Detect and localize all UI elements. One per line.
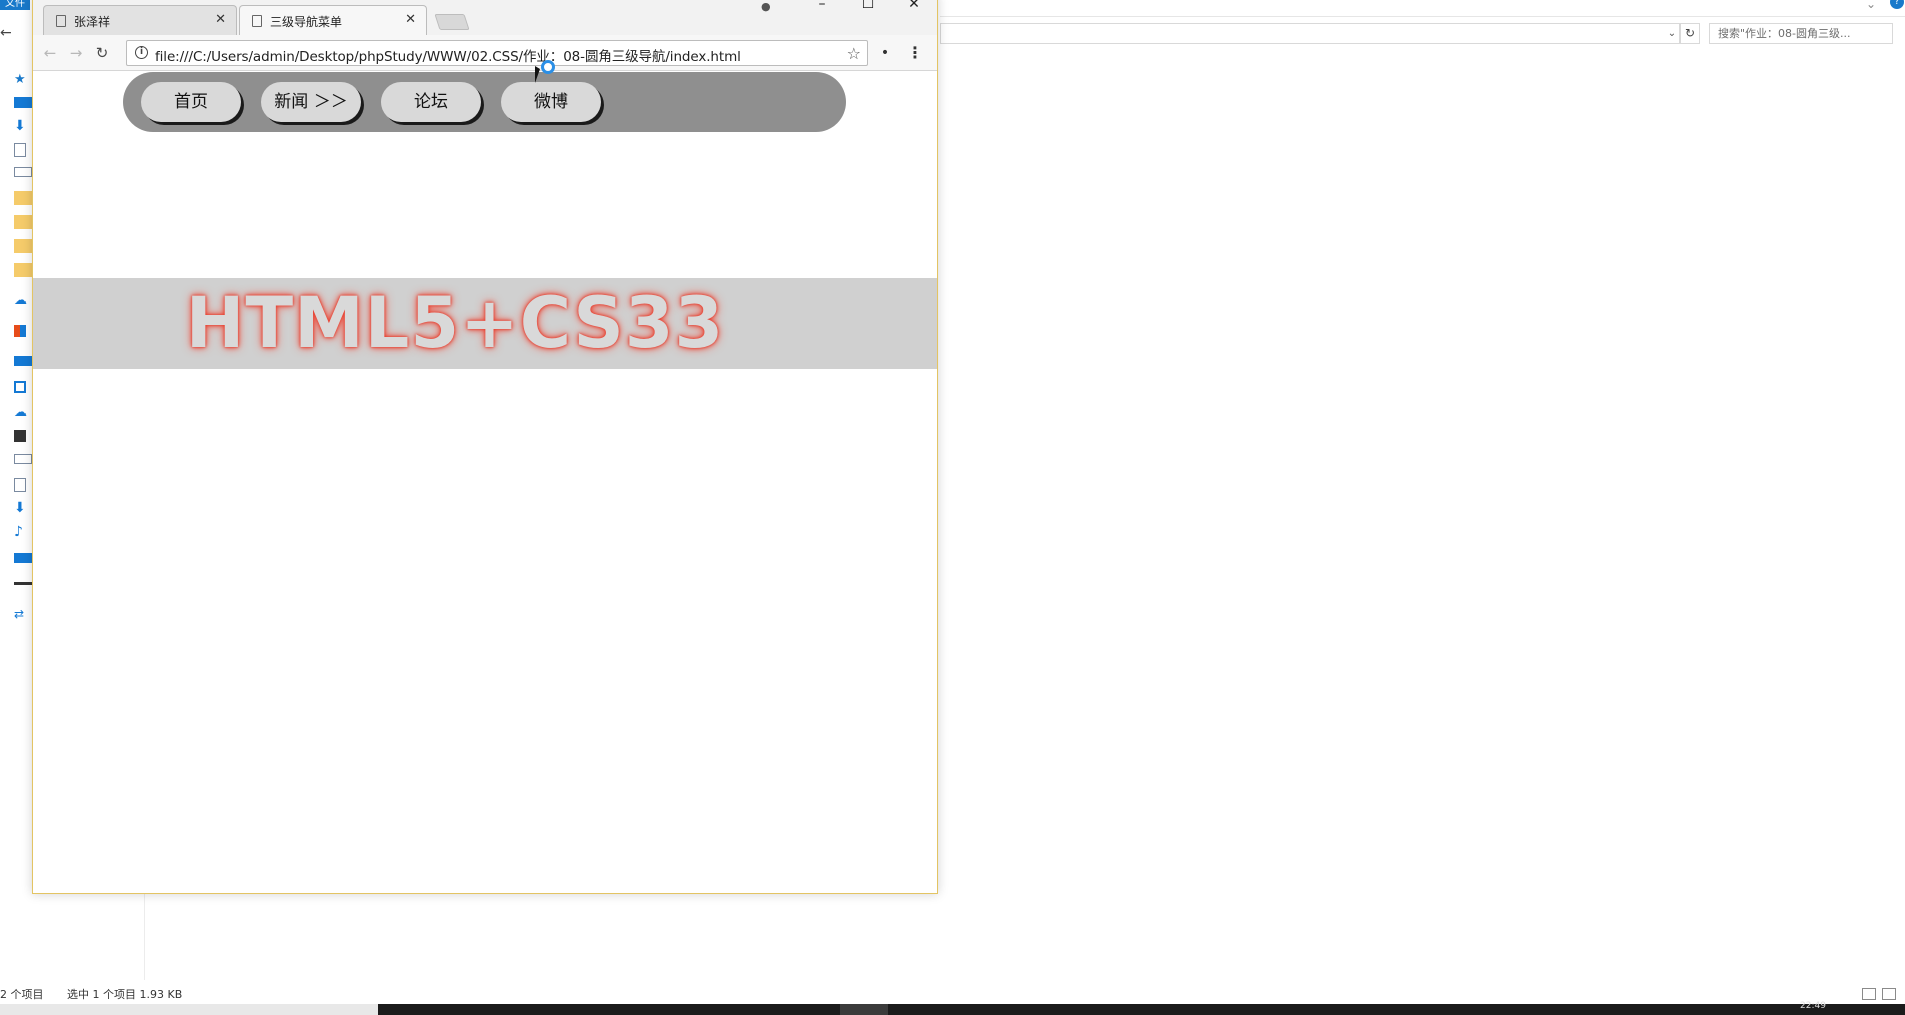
chrome-browser-window: 张泽祥 ✕ 三级导航菜单 ✕ ● – ☐ ✕ ← → ↻ i file:///C… xyxy=(32,0,938,894)
status-item-count: 2 个项目 xyxy=(0,988,44,1001)
folder-icon[interactable] xyxy=(14,239,32,253)
taskbar-search-area[interactable] xyxy=(0,1004,378,1015)
onedrive-icon[interactable]: ☁ xyxy=(14,293,32,308)
drive-icon[interactable] xyxy=(14,577,32,585)
explorer-search-input[interactable]: 搜索"作业：08-圆角三级... xyxy=(1709,23,1893,44)
hero-banner: HTML5+CS33 xyxy=(33,278,937,369)
explorer-refresh-button[interactable]: ↻ xyxy=(1680,23,1700,44)
extension-icon[interactable]: • xyxy=(875,43,895,63)
tab-title: 三级导航菜单 xyxy=(270,15,343,29)
pictures-folder-icon[interactable] xyxy=(14,167,32,177)
tab-zhangzexiang[interactable]: 张泽祥 ✕ xyxy=(43,5,237,35)
details-view-icon[interactable] xyxy=(1862,988,1876,1000)
taskbar-clock[interactable]: 22:49 xyxy=(1800,1001,1826,1011)
pictures-icon[interactable] xyxy=(14,454,32,464)
explorer-ribbon-divider xyxy=(940,16,1905,17)
folder-icon[interactable] xyxy=(14,191,32,205)
folder-icon[interactable] xyxy=(14,215,32,229)
explorer-file-tab[interactable]: 文件 xyxy=(0,0,30,10)
bookmark-star-icon[interactable]: ☆ xyxy=(847,44,861,63)
taskbar-active-app[interactable] xyxy=(840,1004,888,1015)
forward-arrow-icon[interactable]: → xyxy=(65,42,87,64)
explorer-address-bar[interactable] xyxy=(940,23,1680,44)
office-icon[interactable] xyxy=(14,325,26,337)
nav-item-weibo[interactable]: 微博 xyxy=(501,82,601,122)
page-icon xyxy=(252,15,262,27)
nav-item-forum[interactable]: 论坛 xyxy=(381,82,481,122)
minimize-button[interactable]: – xyxy=(807,0,837,15)
page-viewport: 首页 新闻 ＞＞ 论坛 微博 HTML5+CS33 xyxy=(33,72,937,893)
rounded-nav-bar: 首页 新闻 ＞＞ 论坛 微博 xyxy=(123,72,846,132)
maximize-button[interactable]: ☐ xyxy=(853,0,883,15)
tab-close-icon[interactable]: ✕ xyxy=(405,12,416,27)
3d-objects-icon[interactable] xyxy=(14,381,26,393)
nav-item-home[interactable]: 首页 xyxy=(141,82,241,122)
tab-three-level-nav[interactable]: 三级导航菜单 ✕ xyxy=(239,5,427,35)
documents-icon[interactable] xyxy=(14,478,26,492)
new-tab-button[interactable] xyxy=(434,14,470,30)
back-arrow-icon[interactable]: ← xyxy=(39,42,61,64)
explorer-status-bar: 2 个项目 选中 1 个项目 1.93 KB xyxy=(0,986,1905,1004)
profile-icon[interactable]: ● xyxy=(761,0,771,13)
explorer-navigation-pane: ★ ⬇ ☁ ☁ ⬇ ♪ ⇄ xyxy=(0,60,32,980)
downloads-folder-icon[interactable]: ⬇ xyxy=(14,118,32,134)
page-icon xyxy=(56,15,66,27)
explorer-back-icon[interactable]: ← xyxy=(0,25,12,41)
tab-title: 张泽祥 xyxy=(74,15,111,29)
videos-icon[interactable] xyxy=(14,430,26,442)
ribbon-expand-icon[interactable]: ⌄ xyxy=(1866,0,1876,11)
folder-icon[interactable] xyxy=(14,263,32,277)
windows-taskbar: 22:49 xyxy=(0,1001,1905,1015)
cursor-busy-ring-icon xyxy=(541,60,555,74)
address-url[interactable]: file:///C:/Users/admin/Desktop/phpStudy/… xyxy=(155,45,741,65)
cursor-arrow-icon xyxy=(535,66,540,83)
large-icons-view-icon[interactable] xyxy=(1882,988,1896,1000)
address-dropdown-icon[interactable]: ⌄ xyxy=(1664,24,1680,43)
status-selection: 选中 1 个项目 1.93 KB xyxy=(67,988,183,1001)
desktop-folder-icon[interactable] xyxy=(14,97,32,108)
this-pc-icon[interactable] xyxy=(14,356,32,366)
hero-heading: HTML5+CS33 xyxy=(185,282,725,364)
desktop-icon[interactable] xyxy=(14,553,32,563)
network-icon[interactable]: ⇄ xyxy=(14,607,32,621)
reload-icon[interactable]: ↻ xyxy=(91,42,113,64)
close-window-button[interactable]: ✕ xyxy=(899,0,929,15)
music-icon[interactable]: ♪ xyxy=(14,524,32,540)
chrome-menu-icon[interactable]: ⋮ xyxy=(907,43,923,63)
address-bar[interactable]: i file:///C:/Users/admin/Desktop/phpStud… xyxy=(126,40,868,66)
documents-folder-icon[interactable] xyxy=(14,143,26,157)
browser-toolbar: ← → ↻ i file:///C:/Users/admin/Desktop/p… xyxy=(33,35,937,71)
downloads-icon[interactable]: ⬇ xyxy=(14,500,32,516)
cloud-drive-icon[interactable]: ☁ xyxy=(14,405,32,420)
nav-item-news[interactable]: 新闻 ＞＞ xyxy=(261,82,361,122)
quick-access-star-icon[interactable]: ★ xyxy=(14,72,32,87)
tab-strip: 张泽祥 ✕ 三级导航菜单 ✕ ● – ☐ ✕ xyxy=(33,0,937,35)
tab-close-icon[interactable]: ✕ xyxy=(215,12,226,27)
help-icon[interactable]: ? xyxy=(1890,0,1904,9)
site-info-icon[interactable]: i xyxy=(135,46,148,59)
